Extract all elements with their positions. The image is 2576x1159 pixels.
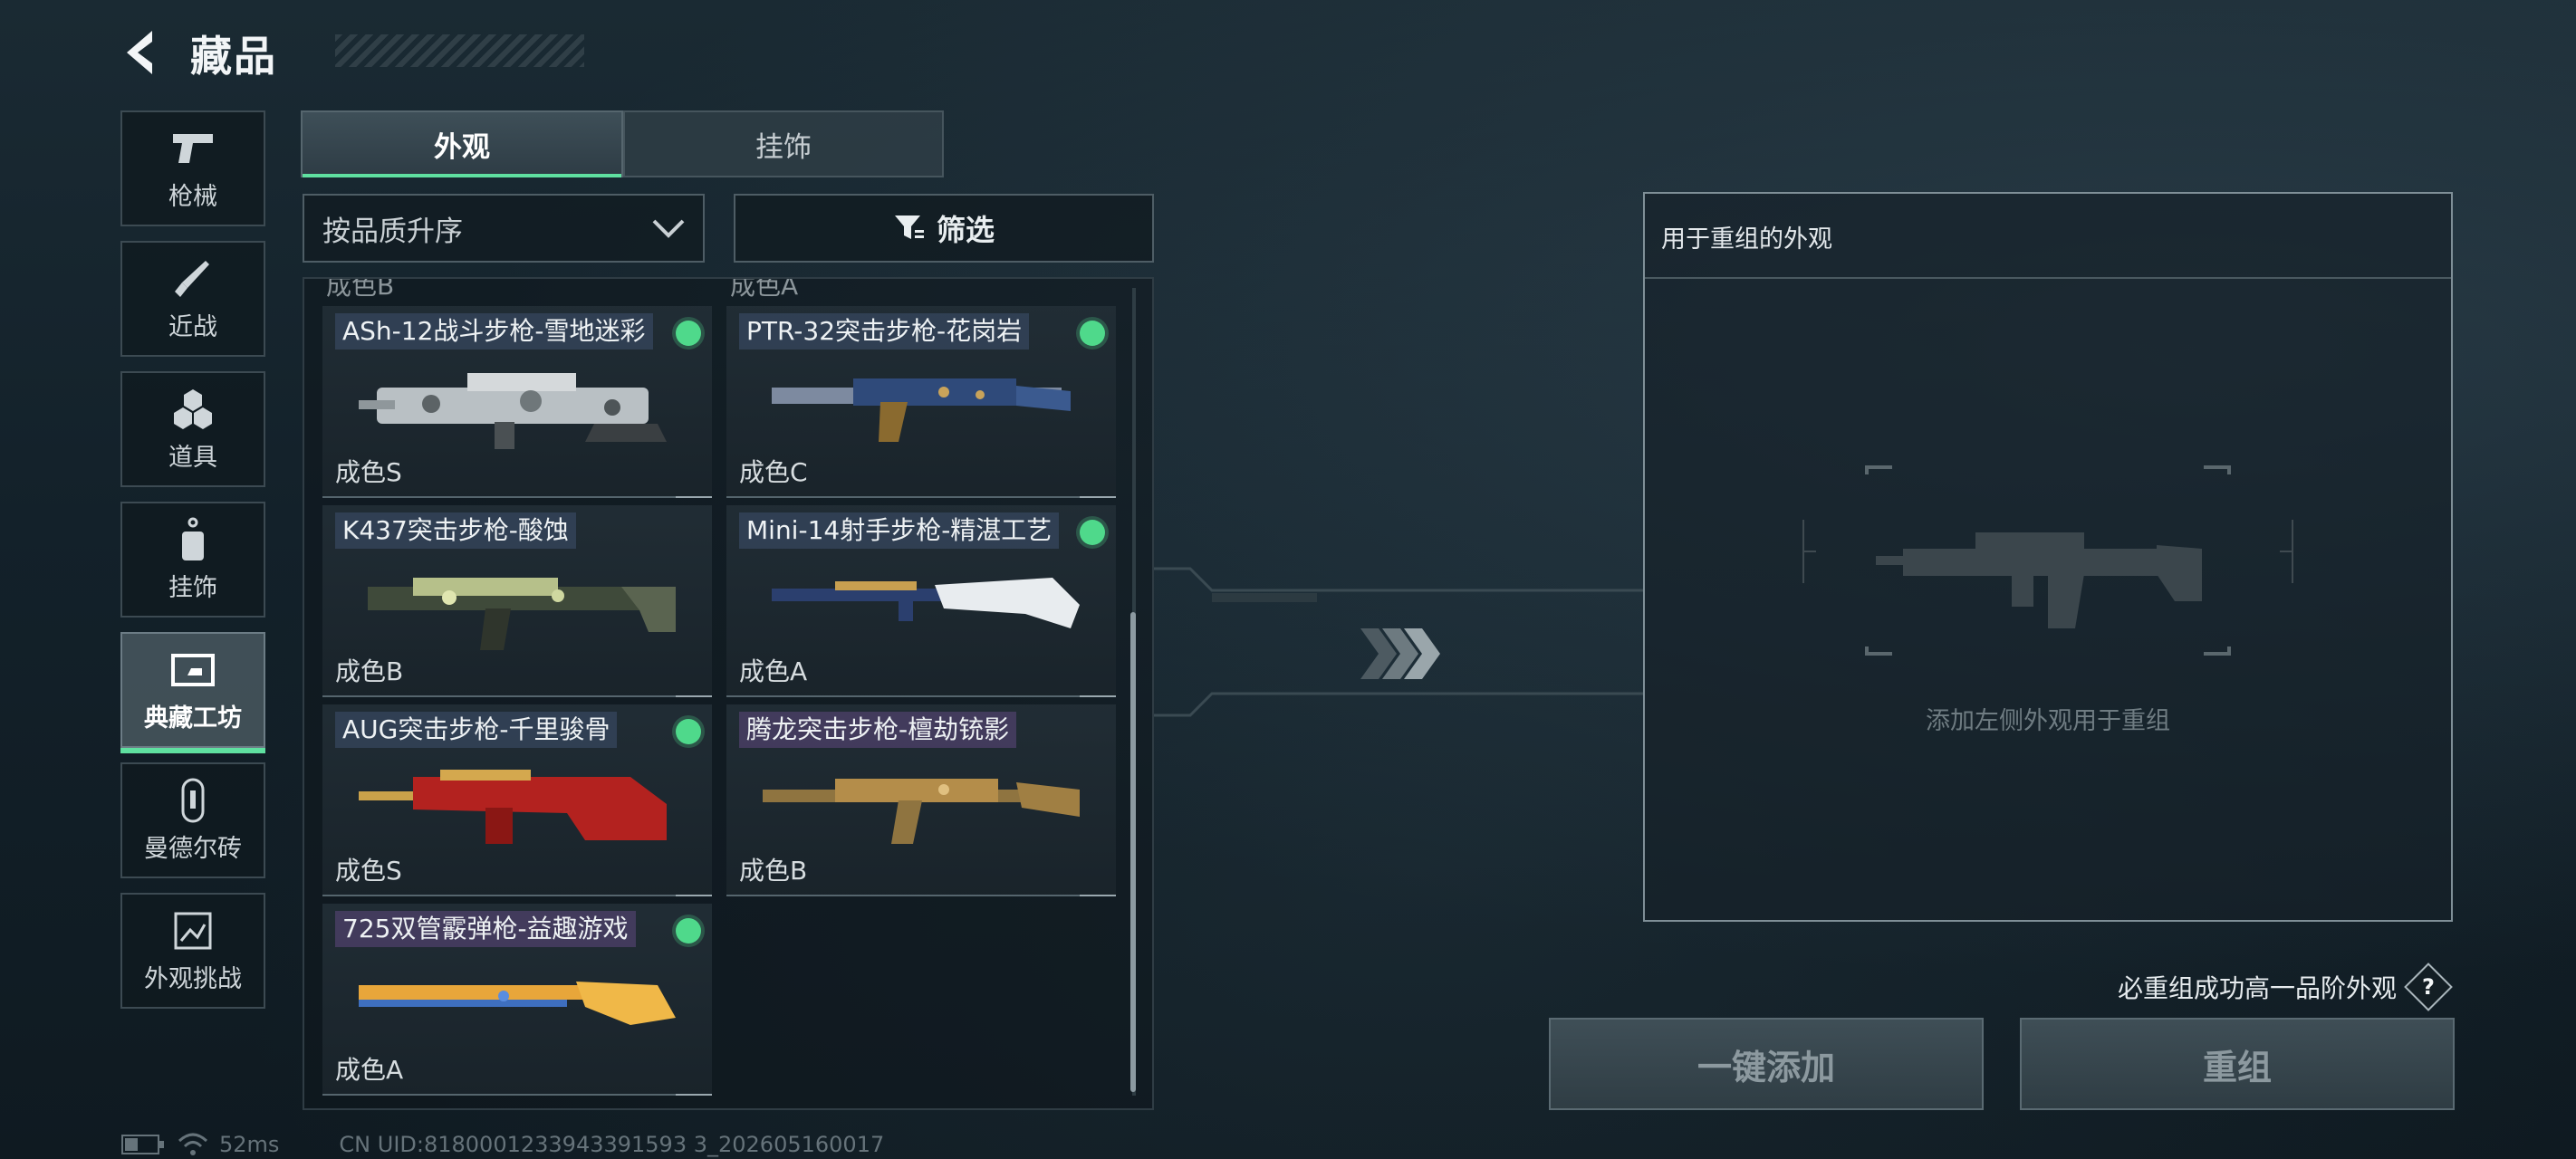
filter-icon — [894, 216, 924, 239]
item-name: PTR-32突击步枪-花岗岩 — [739, 313, 1030, 350]
remix-panel-header: 用于重组的外观 — [1645, 194, 2451, 279]
rifle-image — [368, 578, 676, 650]
page-title: 藏品 — [190, 32, 277, 81]
pistol-icon — [168, 126, 218, 171]
list-item[interactable]: 725双管霰弹枪-益趣游戏 成色A — [322, 904, 712, 1096]
sort-value: 按品质升序 — [322, 215, 463, 248]
list-item[interactable]: 腾龙突击步枪-檀劫铳影 成色B — [726, 704, 1116, 896]
remix-hint: 添加左侧外观用于重组 — [1926, 707, 2170, 735]
nav-item-firearms[interactable]: 枪械 — [120, 110, 265, 226]
skin-list[interactable]: 成色B 成色A ASh-12战斗步枪-雪地迷彩 成色S PTR-32突击步枪-花… — [303, 277, 1154, 1110]
uid-text: CN UID:8180001233943391593 3_20260516001… — [339, 1132, 885, 1157]
item-name: Mini-14射手步枪-精湛工艺 — [739, 512, 1060, 549]
item-grade: 成色B — [335, 656, 404, 686]
nav-label: 外观挑战 — [144, 964, 242, 993]
nav-label: 枪械 — [168, 182, 217, 211]
list-item[interactable]: K437突击步枪-酸蚀 成色B — [322, 505, 712, 697]
chevrons-right-icon — [1360, 628, 1440, 679]
item-name: 腾龙突击步枪-檀劫铳影 — [739, 712, 1017, 748]
help-glyph: ? — [2422, 973, 2435, 1000]
card-corner — [676, 695, 712, 697]
battery-icon — [121, 1135, 164, 1154]
help-icon[interactable]: ? — [2404, 963, 2453, 1011]
guarantee-text: 必重组成功高一品阶外观 — [2117, 973, 2397, 1003]
add-all-label: 一键添加 — [1697, 1047, 1835, 1087]
list-item-grade: 成色A — [730, 277, 799, 301]
item-name: 725双管霰弹枪-益趣游戏 — [335, 911, 636, 947]
nav-label: 近战 — [168, 312, 217, 341]
rifle-image — [772, 378, 1071, 442]
remix-button-label: 重组 — [2202, 1047, 2272, 1087]
owned-indicator — [676, 918, 701, 943]
card-corner — [1080, 496, 1116, 498]
rifle-placeholder-icon — [1876, 532, 2202, 628]
back-button[interactable] — [118, 25, 172, 80]
workshop-icon — [168, 647, 218, 693]
list-item[interactable]: PTR-32突击步枪-花岗岩 成色C — [726, 306, 1116, 498]
ping-text: 52ms — [219, 1132, 280, 1157]
card-corner — [1080, 695, 1116, 697]
card-corner — [676, 1094, 712, 1096]
tab-label: 外观 — [434, 130, 490, 164]
grenade-icon — [168, 387, 218, 432]
owned-indicator — [676, 719, 701, 744]
nav-item-mandel-brick[interactable]: 曼德尔砖 — [120, 762, 265, 878]
list-item-grade: 成色B — [326, 277, 395, 301]
list-scrollbar-thumb[interactable] — [1130, 612, 1136, 1092]
nav-item-charms[interactable]: 挂饰 — [120, 502, 265, 618]
card-corner — [1080, 895, 1116, 896]
owned-indicator — [676, 321, 701, 346]
remix-panel-title: 用于重组的外观 — [1661, 225, 1832, 254]
tab-charms[interactable]: 挂饰 — [623, 110, 944, 177]
remix-slot[interactable] — [1776, 465, 2320, 692]
status-bar: 52ms CN UID:8180001233943391593 3_202605… — [121, 1130, 884, 1159]
filter-label: 筛选 — [936, 213, 995, 247]
nav-label: 道具 — [168, 443, 217, 472]
item-name: ASh-12战斗步枪-雪地迷彩 — [335, 313, 653, 350]
tab-label: 挂饰 — [755, 130, 812, 164]
item-grade: 成色S — [335, 457, 402, 487]
sort-dropdown[interactable]: 按品质升序 — [303, 194, 705, 263]
charm-icon — [168, 517, 218, 562]
nav-item-skin-challenge[interactable]: 外观挑战 — [120, 893, 265, 1009]
add-all-button[interactable]: 一键添加 — [1549, 1018, 1984, 1110]
item-grade: 成色A — [739, 656, 808, 686]
nav-label: 典藏工坊 — [144, 704, 242, 733]
card-corner — [676, 496, 712, 498]
chevron-down-icon — [652, 219, 685, 238]
nav-label: 曼德尔砖 — [144, 834, 242, 863]
nav-item-melee[interactable]: 近战 — [120, 241, 265, 357]
remix-panel: 用于重组的外观 添加左侧外观用于重组 — [1643, 192, 2453, 922]
title-decoration — [335, 34, 584, 67]
back-arrow-icon — [127, 31, 152, 74]
wifi-icon — [178, 1133, 208, 1155]
item-grade: 成色B — [739, 856, 808, 886]
knife-icon — [168, 256, 218, 302]
item-name: AUG突击步枪-千里骏骨 — [335, 712, 618, 748]
filter-button[interactable]: 筛选 — [734, 194, 1154, 263]
owned-indicator — [1080, 520, 1105, 545]
list-item[interactable]: Mini-14射手步枪-精湛工艺 成色A — [726, 505, 1116, 697]
rifle-image — [772, 578, 1080, 628]
nav-item-workshop[interactable]: 典藏工坊 — [120, 632, 265, 753]
remix-button[interactable]: 重组 — [2020, 1018, 2455, 1110]
nav-label: 挂饰 — [168, 573, 217, 602]
item-grade: 成色S — [335, 856, 402, 886]
item-grade: 成色A — [335, 1055, 404, 1085]
list-item[interactable]: ASh-12战斗步枪-雪地迷彩 成色S — [322, 306, 712, 498]
challenge-icon — [168, 908, 218, 953]
guarantee-row: 必重组成功高一品阶外观 ? — [2101, 963, 2453, 1011]
item-name: K437突击步枪-酸蚀 — [335, 512, 576, 549]
rifle-image — [763, 779, 1080, 844]
list-item[interactable]: AUG突击步枪-千里骏骨 成色S — [322, 704, 712, 896]
card-corner — [676, 895, 712, 896]
rifle-image — [359, 770, 667, 844]
item-grade: 成色C — [739, 457, 808, 487]
brick-icon — [168, 778, 218, 823]
owned-indicator — [1080, 321, 1105, 346]
rifle-image — [359, 373, 667, 449]
nav-item-gear[interactable]: 道具 — [120, 371, 265, 487]
shotgun-image — [359, 982, 676, 1025]
tab-appearance[interactable]: 外观 — [301, 110, 623, 177]
